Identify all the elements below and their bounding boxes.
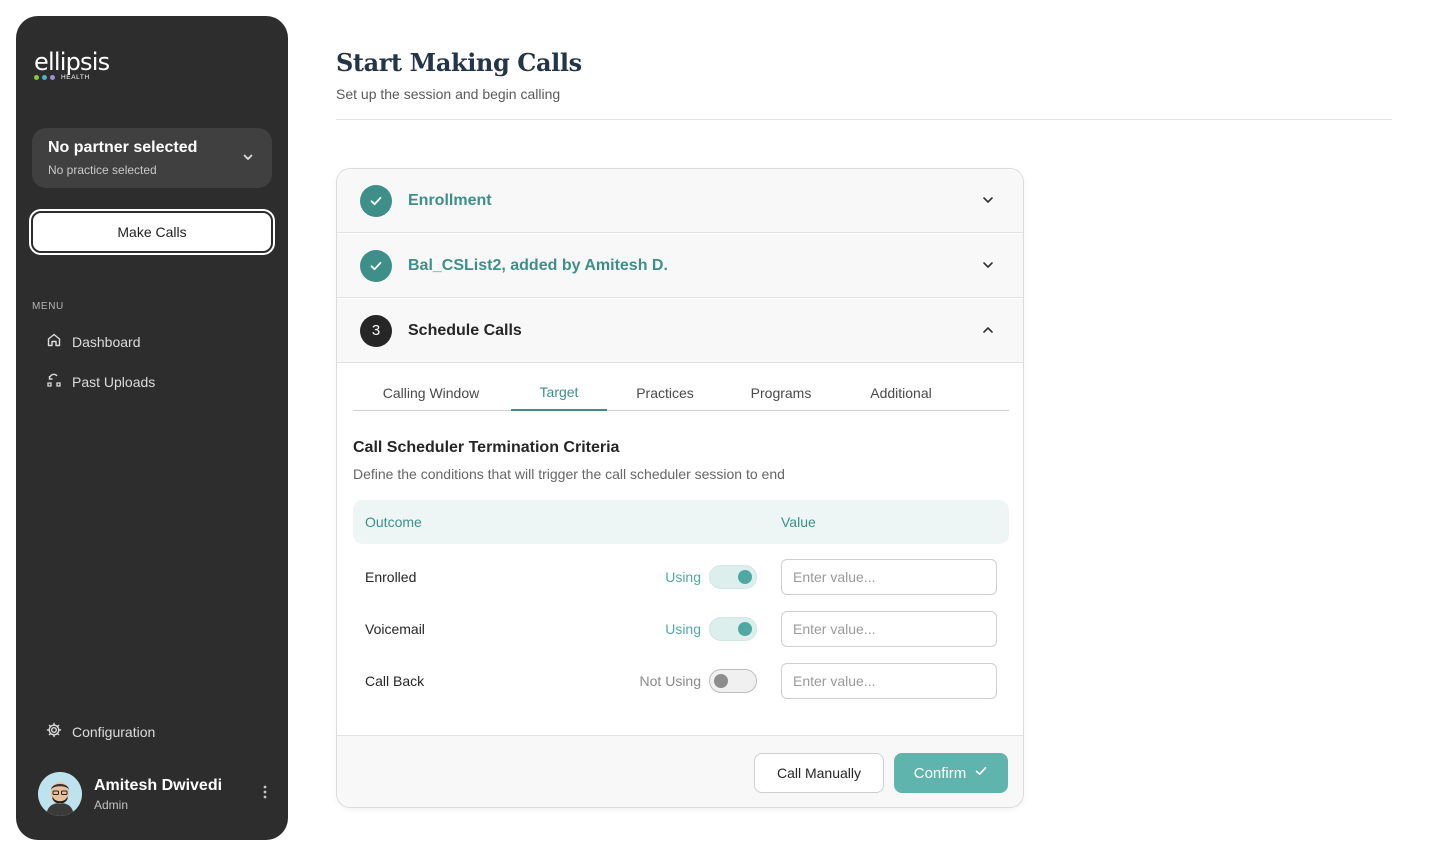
usage-state: Using [665, 569, 701, 585]
sidebar-item-dashboard[interactable]: Dashboard [46, 332, 141, 351]
usage-toggle[interactable] [709, 669, 757, 693]
toggle-knob [714, 674, 728, 688]
check-icon [360, 249, 392, 282]
column-header-outcome: Outcome [365, 514, 422, 530]
more-vertical-icon[interactable] [262, 784, 268, 805]
logo-dot-purple [50, 75, 55, 80]
header-divider [336, 119, 1392, 120]
session-setup-card: Enrollment Bal_CSList2, added by Amitesh… [336, 168, 1024, 808]
value-input[interactable] [781, 611, 997, 647]
sidebar-item-configuration[interactable]: Configuration [46, 722, 155, 741]
section-subtitle: Define the conditions that will trigger … [353, 466, 785, 482]
tab-practices[interactable]: Practices [617, 375, 713, 411]
section-title: Call Scheduler Termination Criteria [353, 439, 620, 456]
brand-sub: HEALTH [61, 74, 90, 81]
partner-title: No partner selected [48, 139, 198, 156]
step-enrollment[interactable]: Enrollment [337, 169, 1023, 233]
chevron-down-icon [242, 150, 254, 168]
usage-state: Not Using [639, 673, 701, 689]
partner-selector[interactable]: No partner selected No practice selected [32, 128, 272, 188]
outcome-label: Call Back [365, 673, 425, 689]
page-subtitle: Set up the session and begin calling [336, 86, 561, 102]
step-call-list[interactable]: Bal_CSList2, added by Amitesh D. [337, 234, 1023, 298]
tab-target[interactable]: Target [511, 375, 607, 411]
make-calls-button[interactable]: Make Calls [31, 211, 273, 253]
sidebar-item-label: Dashboard [72, 333, 141, 350]
sidebar-item-label: Past Uploads [72, 373, 156, 390]
home-icon [46, 332, 62, 351]
sidebar-item-past-uploads[interactable]: Past Uploads [46, 372, 155, 391]
chevron-up-icon [981, 323, 995, 342]
card-footer: Call Manually Confirm [337, 735, 1023, 807]
sidebar: ellipsis HEALTH No partner selected No p… [16, 16, 288, 840]
value-input[interactable] [781, 559, 997, 595]
page-title: Start Making Calls [336, 48, 582, 77]
table-row: Voicemail Using [353, 611, 1009, 647]
chevron-down-icon [981, 258, 995, 277]
logo-dot-green [34, 75, 39, 80]
usage-toggle[interactable] [709, 617, 757, 641]
outcome-label: Enrolled [365, 569, 417, 585]
toggle-knob [738, 622, 752, 636]
user-role: Admin [94, 797, 129, 812]
call-manually-button[interactable]: Call Manually [754, 753, 884, 793]
toggle-knob [738, 570, 752, 584]
logo-dot-blue [42, 75, 47, 80]
sidebar-item-label: Configuration [72, 723, 156, 740]
user-name: Amitesh Dwivedi [94, 776, 223, 794]
practice-subtitle: No practice selected [48, 163, 157, 177]
table-row: Enrolled Using [353, 559, 1009, 595]
outcome-label: Voicemail [365, 621, 425, 637]
usage-state: Using [665, 621, 701, 637]
user-text: Amitesh Dwivedi Admin [94, 777, 222, 812]
uploads-icon [46, 372, 62, 391]
gear-icon [46, 722, 62, 741]
menu-label: MENU [32, 301, 64, 312]
chevron-down-icon [981, 193, 995, 212]
confirm-button[interactable]: Confirm [894, 753, 1008, 793]
step-schedule-calls[interactable]: 3 Schedule Calls [337, 299, 1023, 363]
step-label: Bal_CSList2, added by Amitesh D. [408, 256, 668, 274]
usage-toggle[interactable] [709, 565, 757, 589]
schedule-tabs: Calling Window Target Practices Programs… [353, 375, 1009, 411]
brand-logo[interactable]: ellipsis HEALTH [34, 48, 110, 81]
step-label: Schedule Calls [408, 321, 522, 339]
confirm-label: Confirm [913, 764, 967, 782]
check-icon [974, 764, 988, 782]
column-header-value: Value [781, 514, 816, 530]
check-icon [360, 184, 392, 217]
value-input[interactable] [781, 663, 997, 699]
tab-additional[interactable]: Additional [849, 375, 953, 411]
user-profile[interactable]: Amitesh Dwivedi Admin [38, 772, 268, 816]
step-label: Enrollment [408, 191, 492, 209]
table-row: Call Back Not Using [353, 663, 1009, 699]
tab-programs[interactable]: Programs [733, 375, 829, 411]
criteria-table-header: Outcome Value [353, 500, 1009, 544]
step-number: 3 [360, 314, 392, 347]
avatar [38, 772, 82, 816]
tab-calling-window[interactable]: Calling Window [353, 375, 509, 411]
brand-name: ellipsis [34, 48, 110, 76]
